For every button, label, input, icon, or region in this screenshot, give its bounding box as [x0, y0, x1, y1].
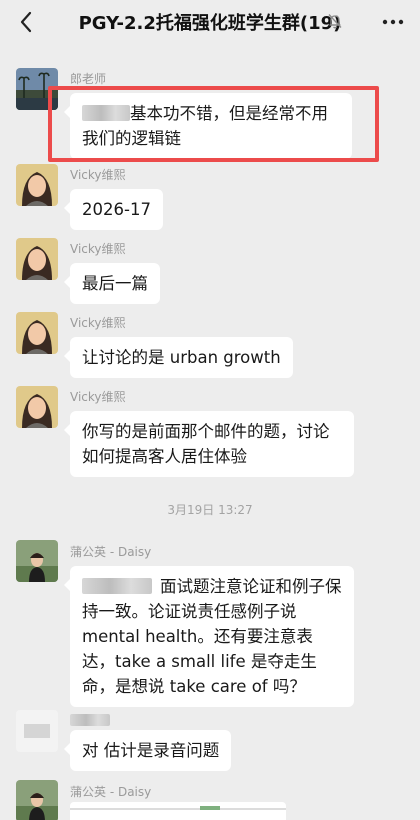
- chat-header: PGY-2.2托福强化班学生群(19): [0, 0, 420, 44]
- message-bubble[interactable]: 你写的是前面那个邮件的题，讨论如何提高客人居住体验: [64, 411, 354, 477]
- sender-name: Vicky维熙: [70, 242, 126, 256]
- message-text: 对 估计是录音问题: [82, 741, 220, 760]
- sender-name: 蒲公英 - Daisy: [70, 785, 152, 799]
- chat-title: PGY-2.2托福强化班学生群(19): [78, 13, 342, 34]
- more-options-button[interactable]: [380, 12, 406, 32]
- message-bubble[interactable]: 最后一篇: [64, 263, 160, 304]
- image-thumbnail: [70, 808, 286, 810]
- image-thumbnail: [200, 806, 220, 810]
- avatar[interactable]: [16, 164, 58, 206]
- sender-name: 蒲公英 - Daisy: [70, 545, 152, 559]
- chat-timestamp: 3月19日 13:27: [167, 503, 253, 517]
- avatar[interactable]: [16, 238, 58, 280]
- message-bubble[interactable]: 面试题注意论证和例子保持一致。论证说责任感例子说mental health。还有…: [64, 566, 354, 707]
- sender-name: 郎老师: [70, 72, 107, 86]
- avatar[interactable]: [16, 710, 58, 752]
- message-bubble[interactable]: 对 估计是录音问题: [63, 730, 232, 771]
- chevron-left-icon: [20, 11, 32, 33]
- sender-name: Vicky维熙: [70, 168, 126, 182]
- back-button[interactable]: [12, 8, 40, 36]
- avatar[interactable]: [16, 312, 58, 354]
- more-dots-icon: [382, 19, 404, 25]
- redacted-name: [82, 578, 152, 594]
- message-bubble[interactable]: 2026-17: [64, 189, 163, 230]
- image-message[interactable]: [70, 802, 286, 820]
- message-text: 你写的是前面那个邮件的题，讨论如何提高客人居住体验: [82, 422, 330, 466]
- highlight-box: [48, 86, 379, 162]
- sender-name: Vicky维熙: [70, 316, 126, 330]
- message-text: 面试题注意论证和例子保持一致。论证说责任感例子说mental health。还有…: [82, 577, 342, 696]
- sender-name: Vicky维熙: [70, 390, 126, 404]
- sender-name: [70, 713, 110, 727]
- avatar[interactable]: [16, 780, 58, 820]
- message-text: 让讨论的是 urban growth: [82, 348, 281, 367]
- avatar[interactable]: [16, 540, 58, 582]
- redacted-name: [70, 714, 110, 726]
- avatar[interactable]: [16, 386, 58, 428]
- message-text: 最后一篇: [82, 274, 148, 293]
- bell-off-icon: [328, 14, 342, 29]
- message-text: 2026-17: [82, 200, 151, 219]
- message-bubble[interactable]: 让讨论的是 urban growth: [64, 337, 293, 378]
